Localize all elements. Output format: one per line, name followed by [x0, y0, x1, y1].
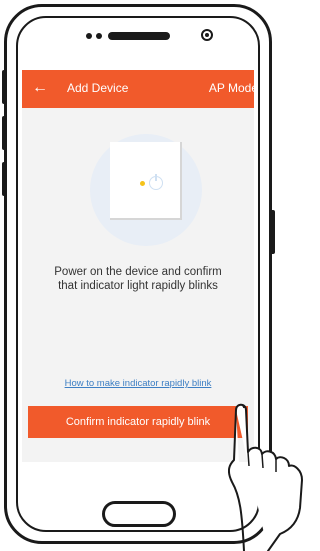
app-screen: ← Add Device AP Mode Power on the device…: [22, 70, 254, 462]
page-title: Add Device: [67, 81, 129, 95]
front-sensor-icon: [96, 33, 102, 39]
confirm-button[interactable]: Confirm indicator rapidly blink: [28, 406, 248, 438]
device-panel-illustration: [110, 142, 182, 220]
volume-side-button: [2, 162, 7, 196]
earpiece-speaker: [108, 32, 170, 40]
help-link[interactable]: How to make indicator rapidly blink: [22, 378, 254, 389]
home-button[interactable]: [102, 501, 176, 527]
instruction-line-2: that indicator light rapidly blinks: [58, 280, 218, 292]
pointing-hand-icon: [228, 403, 303, 551]
front-camera-icon: [86, 33, 92, 39]
back-arrow-icon[interactable]: ←: [32, 79, 48, 97]
instruction-line-1: Power on the device and confirm: [54, 266, 222, 278]
power-icon-line: [155, 174, 157, 181]
volume-up-button: [2, 70, 7, 104]
proximity-sensor-icon: [201, 29, 213, 41]
power-side-button: [270, 210, 275, 254]
instruction-text: Power on the device and confirm that ind…: [32, 265, 244, 293]
volume-down-button: [2, 116, 7, 150]
app-header: ← Add Device AP Mode: [22, 70, 254, 108]
indicator-light-icon: [140, 181, 145, 186]
ap-mode-button[interactable]: AP Mode: [209, 81, 254, 95]
